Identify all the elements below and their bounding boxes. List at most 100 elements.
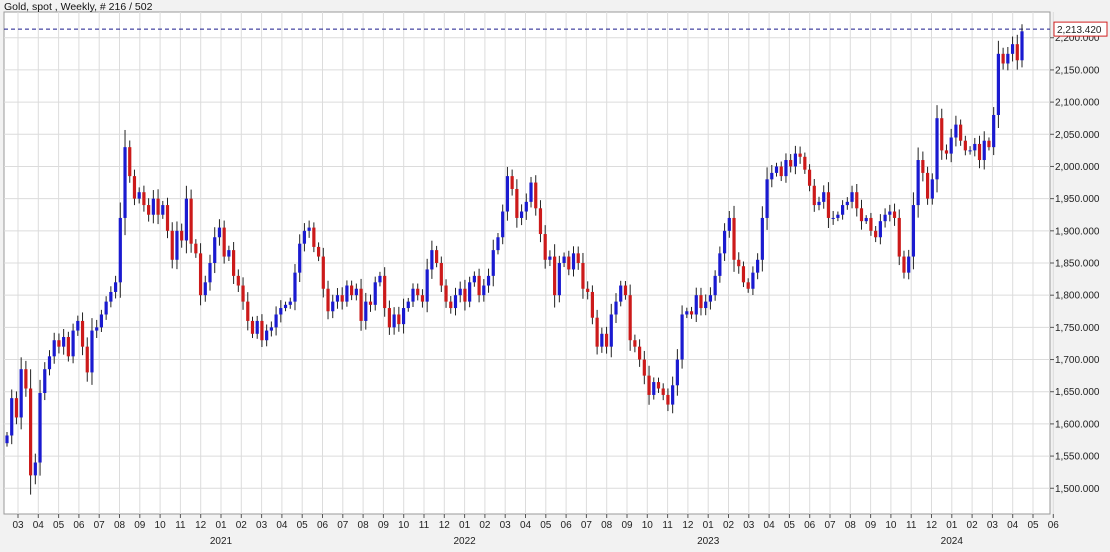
candle-body-down: [586, 288, 590, 292]
candle-body-up: [600, 333, 604, 347]
candle-body-down: [142, 192, 146, 206]
candle-body-up: [99, 314, 104, 328]
candle-body-up: [519, 211, 524, 218]
candle-body-down: [189, 198, 193, 244]
candle: [38, 379, 42, 476]
candle-body-up: [364, 301, 368, 321]
x-month-label: 04: [33, 520, 45, 531]
candle-body-up: [770, 172, 774, 180]
candle-body-down: [567, 256, 571, 270]
candle-body-up: [203, 282, 207, 296]
candle-body-up: [722, 230, 727, 254]
candle-body-down: [29, 388, 33, 476]
candle-body-down: [638, 346, 642, 360]
x-month-label: 02: [236, 520, 248, 531]
y-tick-label: 2,100.000: [1055, 98, 1100, 109]
candle-body-down: [732, 217, 736, 260]
candle-body-down: [534, 182, 538, 209]
candle-body-up: [213, 237, 217, 263]
x-month-label: 06: [561, 520, 573, 531]
candle-body-up: [548, 256, 552, 260]
x-month-label: 06: [804, 520, 816, 531]
candle-body-up: [949, 137, 953, 154]
candle-body-down: [576, 253, 580, 263]
x-month-label: 07: [337, 520, 349, 531]
candle-body-down: [477, 275, 481, 296]
candle-body-down: [449, 301, 453, 309]
x-month-label: 12: [439, 520, 451, 531]
candle-body-up: [302, 230, 307, 244]
candle-body-down: [510, 176, 514, 189]
x-month-label: 03: [987, 520, 999, 531]
candle-body-up: [831, 217, 835, 219]
candle-body-down: [944, 150, 949, 154]
candle-body-up: [265, 330, 269, 341]
candle-body-up: [888, 211, 892, 215]
candle-body-up: [883, 214, 887, 222]
candle-body-up: [973, 143, 977, 151]
x-month-label: 10: [885, 520, 897, 531]
candle-body-down: [737, 259, 741, 267]
candle-body-up: [5, 435, 9, 444]
y-tick-label: 1,650.000: [1055, 387, 1100, 398]
price-badge: 2,213.420: [1053, 21, 1108, 37]
candle-body-up: [822, 192, 826, 202]
candle-body-up: [930, 179, 934, 199]
candle-body-down: [383, 275, 387, 309]
y-tick-label: 1,600.000: [1055, 419, 1100, 430]
candle-body-up: [760, 217, 764, 260]
candle-body-down: [439, 263, 443, 286]
candle-body-up: [619, 285, 623, 302]
candle-body-down: [260, 320, 264, 341]
candle: [935, 105, 939, 193]
candle-body-up: [43, 369, 47, 394]
y-tick-label: 2,000.000: [1055, 162, 1100, 173]
candle-body-up: [718, 253, 722, 276]
candle-body-down: [855, 192, 859, 209]
candle-body-up: [123, 147, 127, 218]
candle-body-down: [869, 217, 873, 231]
candle-body-up: [468, 282, 472, 302]
candle-body-up: [38, 393, 42, 463]
candle-body-down: [132, 176, 137, 199]
candle-body-up: [784, 160, 788, 177]
candle-body-up: [472, 275, 476, 283]
candle-body-down: [959, 124, 963, 141]
candle-body-down: [656, 382, 661, 389]
candle-body-up: [524, 201, 528, 212]
candle-body-down: [789, 160, 793, 167]
candle-body-up: [345, 285, 349, 302]
candle-body-down: [798, 153, 802, 157]
candle-body-up: [505, 176, 510, 212]
x-month-label: 04: [276, 520, 288, 531]
candle-body-down: [128, 147, 132, 177]
x-year-label: 2023: [697, 536, 720, 547]
x-year-label: 2024: [941, 536, 964, 547]
candle-body-down: [595, 317, 599, 347]
candle-body-up: [430, 250, 434, 270]
candle-body-down: [435, 250, 439, 263]
x-month-label: 04: [764, 520, 776, 531]
y-tick-label: 1,550.000: [1055, 452, 1100, 463]
candle-body-down: [236, 275, 240, 286]
candle-body-down: [397, 314, 401, 325]
x-month-label: 11: [662, 520, 673, 531]
candle-body-up: [288, 301, 292, 305]
candle-body-up: [227, 250, 231, 257]
candle-body-down: [779, 166, 783, 177]
candle-body-down: [420, 295, 425, 302]
candle-body-up: [113, 282, 118, 292]
x-month-label: 03: [256, 520, 268, 531]
candle-body-down: [925, 172, 930, 199]
candle-body-down: [892, 211, 897, 218]
candle-body-up: [486, 275, 491, 286]
candle-body-up: [406, 301, 410, 309]
candle-body-up: [694, 295, 698, 315]
x-month-label: 07: [581, 520, 593, 531]
x-month-label: 05: [540, 520, 552, 531]
x-month-label: 06: [1048, 520, 1060, 531]
x-month-label: 01: [459, 520, 471, 531]
candle-body-down: [633, 340, 637, 347]
x-month-label: 10: [398, 520, 410, 531]
candle-body-down: [66, 337, 70, 357]
